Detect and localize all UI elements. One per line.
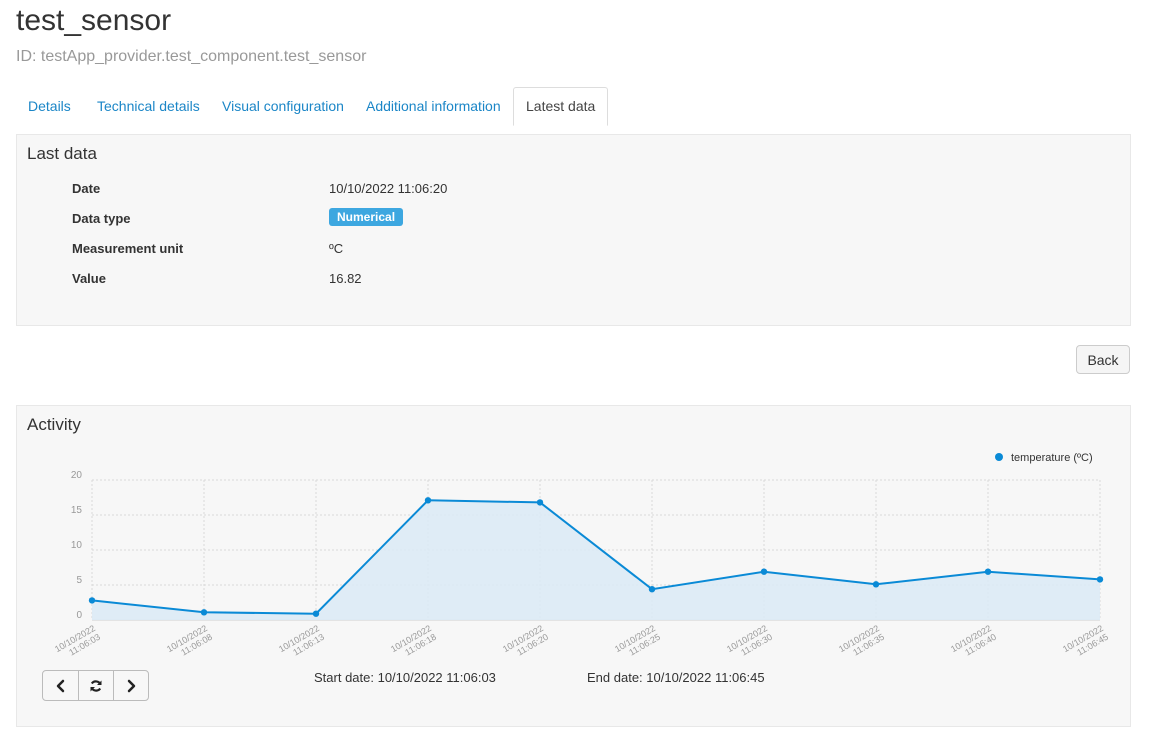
data-point	[424, 497, 432, 504]
refresh-button[interactable]	[78, 671, 113, 700]
chart-navigation	[42, 670, 149, 701]
data-point	[88, 597, 96, 604]
x-tick-label: 10/10/202211:06:18	[389, 623, 438, 658]
y-tick-label: 15	[71, 505, 83, 516]
data-point	[872, 581, 880, 588]
data-point	[1096, 576, 1104, 583]
x-tick-label: 10/10/202211:06:08	[165, 623, 214, 658]
x-tick-label: 10/10/202211:06:25	[613, 623, 662, 658]
start-date: Start date: 10/10/2022 11:06:03	[314, 670, 496, 685]
x-tick-label: 10/10/202211:06:20	[501, 623, 550, 658]
data-point	[312, 610, 320, 617]
activity-chart: 0 5 10 15 20 10/10/202211:06:03 10/10/202211:0…	[53, 452, 1110, 658]
data-point	[536, 499, 544, 506]
data-point	[984, 568, 992, 575]
refresh-icon	[90, 679, 102, 692]
next-button[interactable]	[113, 671, 148, 700]
data-point	[648, 586, 656, 593]
legend-marker	[995, 453, 1003, 461]
chevron-left-icon	[56, 679, 64, 692]
y-tick-label: 20	[71, 470, 83, 481]
chevron-right-icon	[127, 679, 136, 692]
y-tick-label: 0	[76, 610, 82, 621]
y-tick-label: 5	[76, 575, 82, 586]
x-tick-label: 10/10/202211:06:45	[1061, 623, 1110, 658]
data-point	[200, 609, 208, 616]
y-tick-label: 10	[71, 540, 83, 551]
previous-button[interactable]	[43, 671, 78, 700]
x-tick-label: 10/10/202211:06:13	[277, 623, 326, 658]
series-area	[92, 500, 1100, 620]
x-tick-label: 10/10/202211:06:30	[725, 623, 774, 658]
end-date: End date: 10/10/2022 11:06:45	[587, 670, 765, 685]
x-tick-label: 10/10/202211:06:40	[949, 623, 998, 658]
legend-label: temperature (ºC)	[1011, 452, 1093, 464]
data-point	[760, 568, 768, 575]
x-tick-label: 10/10/202211:06:35	[837, 623, 886, 658]
x-tick-label: 10/10/202211:06:03	[53, 623, 102, 658]
